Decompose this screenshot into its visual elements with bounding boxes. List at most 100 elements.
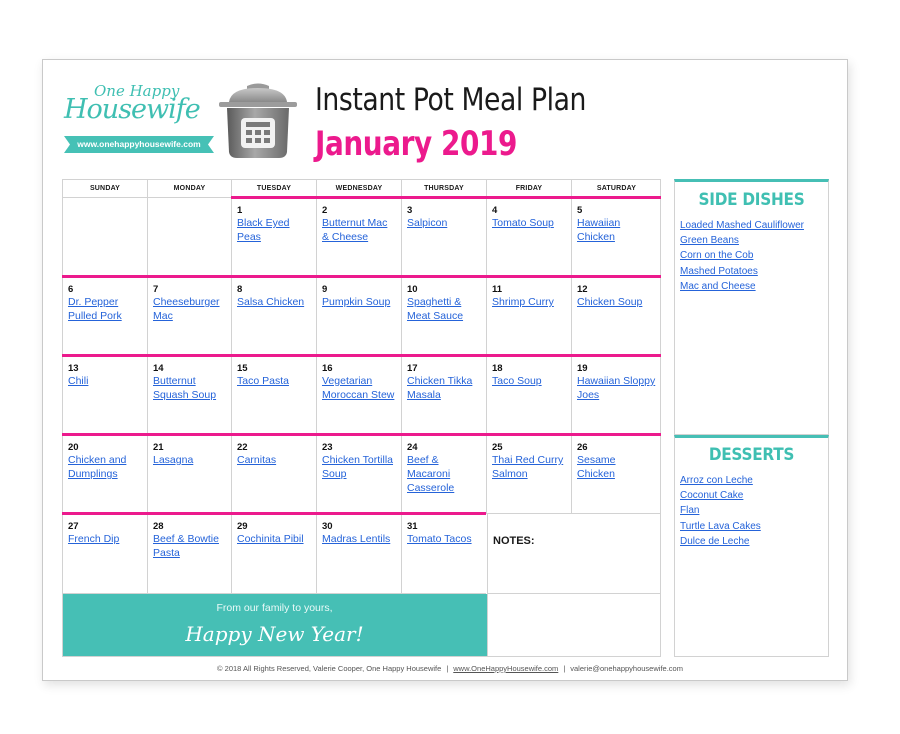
day-number: 25 [492,442,503,453]
side-dishes-title: SIDE DISHES [698,190,805,210]
day-cell: 30 Madras Lentils [316,514,401,594]
meal-link[interactable]: Cheeseburger Mac [153,295,226,323]
day-number: 4 [492,205,498,216]
day-cell: 18 Taco Soup [486,356,571,435]
day-cell: 12 Chicken Soup [571,277,661,356]
day-number: 9 [322,284,328,295]
page-title: Instant Pot Meal Plan [315,82,586,118]
day-cell: 2 Butternut Mac & Cheese [316,198,401,277]
meal-link[interactable]: Vegetarian Moroccan Stew [322,374,396,402]
day-number: 29 [237,521,248,532]
side-dish-link[interactable]: Corn on the Cob [680,248,828,263]
day-number: 20 [68,442,79,453]
meal-link[interactable]: Madras Lentils [322,532,396,546]
meal-link[interactable]: Sesame Chicken [577,453,656,481]
day-cell: 9 Pumpkin Soup [316,277,401,356]
footer-separator: | [563,664,566,673]
notes-box[interactable]: NOTES: [487,514,661,594]
week-divider [62,512,486,515]
side-dish-link[interactable]: Green Beans [680,233,828,248]
meal-link[interactable]: Butternut Mac & Cheese [322,216,396,244]
meal-link[interactable]: Tomato Soup [492,216,566,230]
brand-logo[interactable]: One Happy Housewife www.onehappyhousewif… [64,80,214,160]
meal-link[interactable]: Salsa Chicken [237,295,311,309]
day-cell: 29 Cochinita Pibil [231,514,316,594]
meal-link[interactable]: Hawaiian Sloppy Joes [577,374,656,402]
meal-link[interactable]: Dr. Pepper Pulled Pork [68,295,142,323]
week-divider [62,433,661,436]
calendar-grid: 31 Tomato Tacos 30 Madras Lentils 29 Cochinit… [62,179,661,657]
meal-link[interactable]: Tomato Tacos [407,532,481,546]
day-cell: 5 Hawaiian Chicken [571,198,661,277]
day-cell: 14 Butternut Squash Soup [147,356,231,435]
day-number: 19 [577,363,588,374]
meal-link[interactable]: Chili [68,374,142,388]
notes-box-extra[interactable] [487,594,661,657]
meal-link[interactable]: Cochinita Pibil [237,532,311,546]
side-dish-link[interactable]: Mac and Cheese [680,279,828,294]
meal-link[interactable]: Beef & Macaroni Casserole [407,453,481,495]
side-dish-link[interactable]: Loaded Mashed Cauliflower [680,218,828,233]
meal-link[interactable]: Chicken Tortilla Soup [322,453,396,481]
desserts-panel: DESSERTS Arroz con Leche Coconut Cake Flan… [674,435,829,657]
meal-link[interactable]: French Dip [68,532,142,546]
meal-link[interactable]: Beef & Bowtie Pasta [153,532,226,560]
day-cell: 15 Taco Pasta [231,356,316,435]
email-text[interactable]: valerie@onehappyhousewife.com [570,664,683,673]
day-cell: 11 Shrimp Curry [486,277,571,356]
day-cell: 27 French Dip [62,514,147,594]
logo-url-ribbon: www.onehappyhousewife.com [64,136,214,153]
meal-link[interactable]: Butternut Squash Soup [153,374,226,402]
day-cell: 8 Salsa Chicken [231,277,316,356]
day-number: 26 [577,442,588,453]
day-number: 12 [577,284,588,295]
meal-link[interactable]: Carnitas [237,453,311,467]
meal-link[interactable]: Chicken Soup [577,295,656,309]
day-cell: 13 Chili [62,356,147,435]
day-number: 7 [153,284,159,295]
meal-link[interactable]: Shrimp Curry [492,295,566,309]
day-number: 6 [68,284,74,295]
dessert-link[interactable]: Arroz con Leche [680,473,828,488]
dessert-link[interactable]: Turtle Lava Cakes [680,519,828,534]
day-cell: 1 Black Eyed Peas [231,198,316,277]
meal-link[interactable]: Chicken Tikka Masala [407,374,481,402]
day-cell: 19 Hawaiian Sloppy Joes [571,356,661,435]
footer: © 2018 All Rights Reserved, Valerie Coop… [0,664,900,673]
day-number: 30 [322,521,333,532]
day-number: 1 [237,205,243,216]
meal-link[interactable]: Black Eyed Peas [237,216,311,244]
footer-separator: | [446,664,449,673]
meal-link[interactable]: Taco Soup [492,374,566,388]
meal-link[interactable]: Taco Pasta [237,374,311,388]
dessert-link[interactable]: Coconut Cake [680,488,828,503]
day-cell: 23 Chicken Tortilla Soup [316,435,401,514]
day-number: 23 [322,442,333,453]
month-title: January 2019 [315,124,518,164]
meal-link[interactable]: Thai Red Curry Salmon [492,453,566,481]
day-cell: 20 Chicken and Dumplings [62,435,147,514]
meal-link[interactable]: Hawaiian Chicken [577,216,656,244]
dessert-link[interactable]: Flan [680,503,828,518]
meal-link[interactable]: Salpicon [407,216,481,230]
day-number: 24 [407,442,418,453]
meal-link[interactable]: Lasagna [153,453,226,467]
day-cell [62,198,147,277]
weekday-header: SUNDAY [62,179,147,198]
day-number: 28 [153,521,164,532]
day-number: 22 [237,442,248,453]
day-cell: 24 Beef & Macaroni Casserole [401,435,486,514]
side-dishes-panel: SIDE DISHES Loaded Mashed Cauliflower Gre… [674,179,829,435]
weekday-header: MONDAY [147,179,231,198]
side-dish-link[interactable]: Mashed Potatoes [680,264,828,279]
dessert-link[interactable]: Dulce de Leche [680,534,828,549]
day-number: 21 [153,442,164,453]
day-cell: 28 Beef & Bowtie Pasta [147,514,231,594]
meal-link[interactable]: Pumpkin Soup [322,295,396,309]
day-cell: 21 Lasagna [147,435,231,514]
meal-link[interactable]: Spaghetti & Meat Sauce [407,295,481,323]
notes-label: NOTES: [493,535,535,547]
instant-pot-icon [219,83,297,158]
website-link[interactable]: www.OneHappyHousewife.com [453,664,558,673]
meal-link[interactable]: Chicken and Dumplings [68,453,142,481]
